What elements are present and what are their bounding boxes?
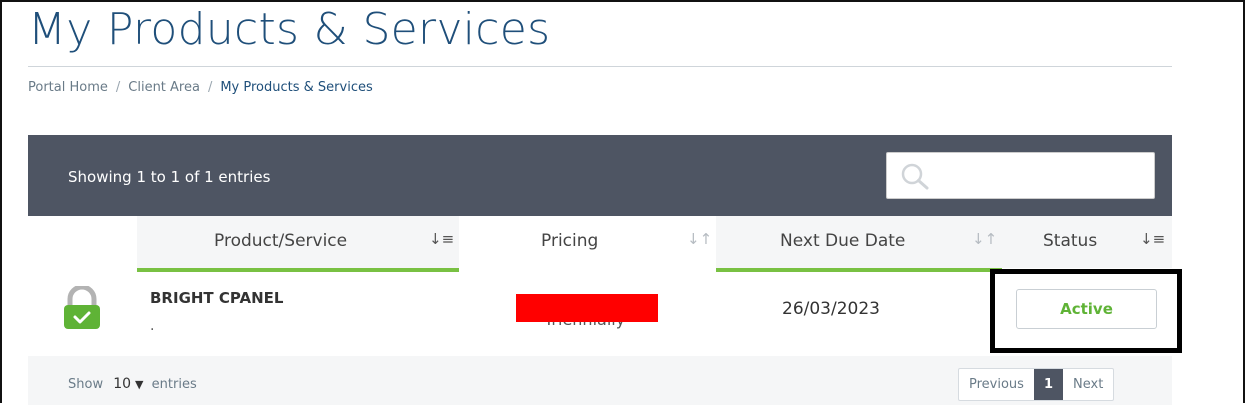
sort-icon: ↓↑ — [972, 230, 998, 248]
column-label-status: Status — [1043, 231, 1098, 251]
next-due-date: 26/03/2023 — [782, 299, 880, 319]
showing-entries-text: Showing 1 to 1 of 1 entries — [68, 168, 271, 186]
entries-label: entries — [151, 377, 197, 392]
lock-check-icon — [64, 286, 100, 329]
pricing-cell: Triennially — [516, 294, 658, 329]
table-footer: Show 10 ▼ entries Previous 1 Next — [28, 356, 1172, 405]
column-header-icon — [28, 216, 137, 268]
entries-select-value: 10 — [113, 376, 132, 392]
page-title: My Products & Services — [28, 4, 551, 55]
column-header-next-due-date[interactable]: Next Due Date ↓↑ — [716, 216, 1002, 272]
product-name: BRIGHT CPANEL — [150, 289, 284, 307]
breadcrumb-current: My Products & Services — [220, 80, 373, 95]
column-label-next-due-date: Next Due Date — [780, 231, 906, 251]
product-domain: . — [150, 318, 155, 334]
column-header-product[interactable]: Product/Service ↓≡ — [137, 216, 459, 272]
pagination-page-1[interactable]: 1 — [1033, 369, 1063, 400]
column-header-pricing[interactable]: Pricing ↓↑ — [459, 216, 716, 268]
sort-asc-icon: ↓≡ — [429, 230, 455, 248]
column-label-product: Product/Service — [214, 231, 348, 251]
redaction-box — [516, 294, 658, 322]
title-divider — [28, 66, 1172, 67]
chevron-down-icon: ▼ — [135, 378, 144, 391]
entries-select[interactable]: 10 ▼ — [113, 376, 143, 392]
table-header: Product/Service ↓≡ Pricing ↓↑ Next Due D… — [28, 216, 1172, 272]
show-label: Show — [68, 377, 104, 392]
breadcrumb: Portal Home / Client Area / My Products & Se… — [28, 80, 373, 95]
pagination-previous[interactable]: Previous — [959, 369, 1034, 400]
sort-icon: ↓↑ — [687, 230, 713, 248]
column-label-pricing: Pricing — [541, 231, 599, 251]
pagination: Previous 1 Next — [958, 368, 1115, 401]
pagination-next[interactable]: Next — [1063, 369, 1113, 400]
entries-length-control: Show 10 ▼ entries — [68, 376, 197, 392]
breadcrumb-portal-home[interactable]: Portal Home — [28, 80, 108, 95]
search-icon — [901, 163, 929, 190]
status-badge[interactable]: Active — [1016, 289, 1157, 329]
sort-asc-icon: ↓≡ — [1140, 230, 1166, 248]
table-toolbar: Showing 1 to 1 of 1 entries — [28, 135, 1172, 216]
column-header-status[interactable]: Status ↓≡ — [1002, 216, 1172, 268]
breadcrumb-client-area[interactable]: Client Area — [128, 80, 200, 95]
search-input[interactable] — [886, 152, 1155, 199]
table-row[interactable]: BRIGHT CPANEL . Triennially 26/03/2023 A… — [28, 269, 1182, 356]
